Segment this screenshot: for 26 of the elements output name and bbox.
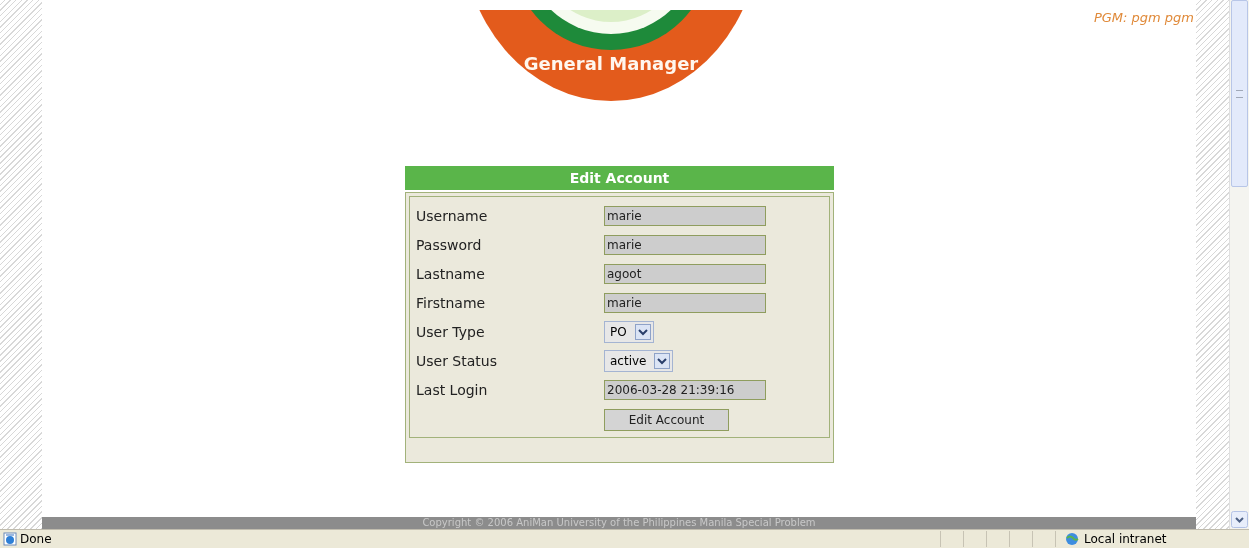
- field-label: User Status: [416, 352, 498, 369]
- field-label: User Type: [416, 323, 486, 340]
- caret-icon: [634, 323, 651, 340]
- field-label: Username: [416, 207, 489, 224]
- user-label: PGM: pgm pgm: [1093, 10, 1194, 25]
- zone-text: Local intranet: [1084, 532, 1167, 546]
- field-label: Firstname: [416, 294, 487, 311]
- input-field[interactable]: marie: [604, 292, 766, 313]
- scrollbar[interactable]: [1229, 0, 1249, 529]
- caret-icon: [654, 352, 671, 369]
- field-label: Lastname: [416, 265, 486, 282]
- edit-account-button[interactable]: Edit Account: [604, 408, 729, 431]
- field-label: Password: [416, 236, 483, 253]
- dropdown[interactable]: PO: [604, 320, 654, 343]
- input-field[interactable]: marie: [604, 234, 766, 255]
- input-field[interactable]: marie: [604, 205, 766, 226]
- form-title: Edit Account: [405, 166, 834, 190]
- logo-text: General Manager: [523, 53, 699, 74]
- browser-icon: [3, 532, 17, 546]
- input-field[interactable]: agoot: [604, 263, 766, 284]
- field-label: Last Login: [416, 381, 489, 398]
- dropdown[interactable]: active: [604, 349, 674, 372]
- status-text: Done: [20, 532, 52, 546]
- scrollbar-thumb[interactable]: [1231, 0, 1248, 187]
- input-field[interactable]: 2006-03-28 21:39:16: [604, 379, 766, 400]
- globe-icon: [1064, 532, 1080, 546]
